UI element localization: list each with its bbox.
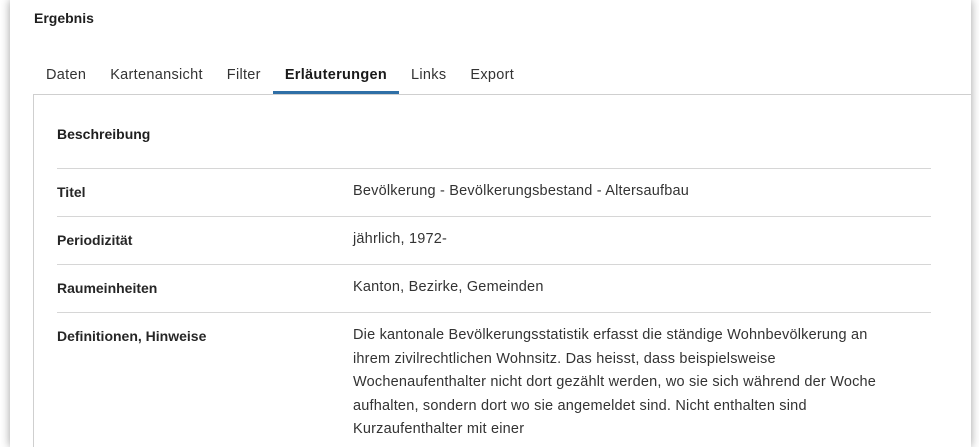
tab-filter[interactable]: Filter — [215, 63, 273, 94]
row-value-definitionen: Die kantonale Bevölkerungsstatistik erfa… — [353, 327, 877, 437]
row-label-periodizitaet: Periodizität — [57, 232, 133, 248]
table-row: Titel Bevölkerung - Bevölkerungsbestand … — [57, 168, 931, 216]
row-label-titel: Titel — [57, 184, 86, 200]
section-title: Ergebnis — [34, 10, 94, 26]
result-window: Ergebnis Daten Kartenansicht Filter Erlä… — [10, 0, 971, 447]
table-row: Periodizität jährlich, 1972- — [57, 216, 931, 264]
panel-heading: Beschreibung — [57, 126, 151, 142]
explanations-panel: Beschreibung Titel Bevölkerung - Bevölke… — [33, 94, 971, 447]
table-row: Definitionen, Hinweise Die kantonale Bev… — [57, 312, 931, 442]
row-value-periodizitaet: jährlich, 1972- — [353, 231, 448, 247]
tab-kartenansicht[interactable]: Kartenansicht — [98, 63, 215, 94]
tab-links[interactable]: Links — [399, 63, 458, 94]
tab-export[interactable]: Export — [458, 63, 526, 94]
table-row: Raumeinheiten Kanton, Bezirke, Gemeinden — [57, 264, 931, 312]
row-value-raumeinheiten: Kanton, Bezirke, Gemeinden — [353, 279, 544, 295]
tab-erlaeuterungen[interactable]: Erläuterungen — [272, 63, 400, 94]
tab-daten[interactable]: Daten — [34, 63, 98, 94]
row-label-definitionen: Definitionen, Hinweise — [57, 328, 207, 344]
tab-bar: Daten Kartenansicht Filter Erläuterungen… — [34, 63, 526, 94]
row-value-titel: Bevölkerung - Bevölkerungsbestand - Alte… — [353, 183, 690, 199]
row-label-raumeinheiten: Raumeinheiten — [57, 280, 158, 296]
description-table: Titel Bevölkerung - Bevölkerungsbestand … — [57, 168, 931, 442]
